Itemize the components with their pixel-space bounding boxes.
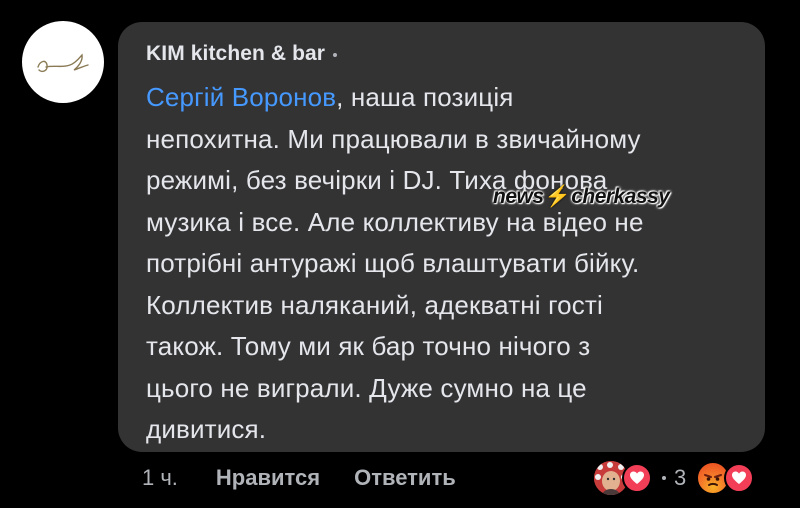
page-avatar[interactable] [22, 21, 104, 103]
lightning-icon: ⚡ [544, 185, 571, 208]
reaction-count[interactable]: 3 [674, 465, 686, 491]
comment-header: KIM kitchen & bar [146, 41, 338, 67]
comment-line: потрібні антуражі щоб влаштувати бійку. [146, 248, 640, 278]
comment-line: Коллектив наляканий, адекватні гості [146, 289, 603, 320]
comment-line: також. Тому ми як бар точно нічого з [146, 331, 591, 361]
comment-line: цього не виграли. Дуже сумно на це [146, 372, 587, 403]
separator-dot [333, 53, 338, 57]
mention-link[interactable]: Сергій Воронов [146, 82, 336, 112]
watermark-left: news [493, 185, 544, 208]
separator-dot [662, 476, 666, 480]
watermark-right: cherkassy [571, 185, 670, 208]
watermark: news ⚡ cherkassy [493, 183, 670, 211]
like-button[interactable]: Нравится [216, 465, 320, 491]
love-icon [724, 463, 755, 493]
comment-timestamp[interactable]: 1 ч. [142, 465, 178, 491]
comment-line: музика і все. Але коллективу на відео не [146, 206, 644, 237]
reactions-bar[interactable]: 3 [594, 460, 755, 496]
comment-author[interactable]: KIM kitchen & bar [146, 42, 325, 66]
reply-button[interactable]: Ответить [354, 465, 456, 491]
signature-logo-icon [37, 53, 89, 73]
comment-line: непохитна. Ми працювали в звичайному [146, 123, 641, 154]
comment-actions: 1 ч. Нравится Ответить [142, 463, 456, 493]
comment-line: дивитися. [146, 414, 267, 444]
love-icon [622, 463, 652, 493]
comment-text: Сергій Воронов, наша позиція непохитна. … [146, 77, 756, 451]
comment-line: , наша позиція [336, 82, 514, 112]
